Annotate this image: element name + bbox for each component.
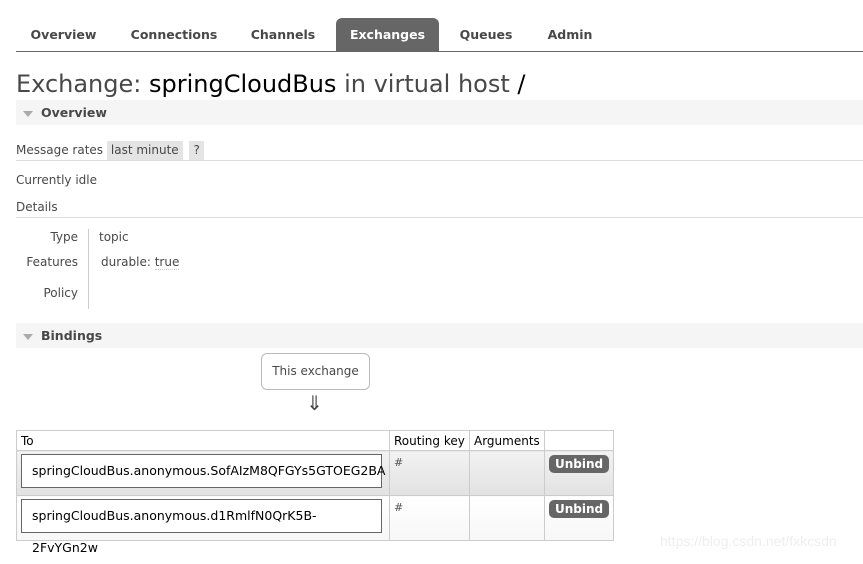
this-exchange-box: This exchange bbox=[261, 353, 370, 390]
queue-link[interactable]: springCloudBus.anonymous.d1RmlfN0QrK5B-2… bbox=[21, 499, 382, 555]
col-routing-key: Routing key bbox=[389, 430, 470, 451]
feature-durable-key: durable: bbox=[101, 255, 151, 269]
overview-section-title: Overview bbox=[41, 105, 107, 120]
message-rates-bar: Message rates last minute ? bbox=[16, 141, 863, 161]
features-label: Features bbox=[26, 255, 78, 269]
collapse-triangle-icon bbox=[23, 110, 33, 117]
routing-key: # bbox=[394, 501, 404, 514]
feature-durable-value: true bbox=[154, 255, 180, 270]
title-middle: in virtual host bbox=[336, 70, 518, 98]
exchange-name: springCloudBus bbox=[148, 70, 337, 98]
type-label: Type bbox=[50, 230, 78, 244]
page-title: Exchange: springCloudBus in virtual host… bbox=[16, 70, 525, 98]
overview-section-toggle[interactable]: Overview bbox=[16, 100, 863, 125]
tab-overview[interactable]: Overview bbox=[16, 18, 111, 51]
watermark: https://blog.csdn.net/fxkcsdn bbox=[660, 533, 837, 549]
routing-key: # bbox=[394, 456, 404, 469]
col-actions bbox=[543, 430, 615, 451]
col-to: To bbox=[16, 430, 390, 451]
features-value: durable: true bbox=[101, 255, 180, 270]
collapse-triangle-icon bbox=[23, 333, 33, 340]
policy-label: Policy bbox=[43, 286, 78, 300]
unbind-button[interactable]: Unbind bbox=[549, 500, 610, 518]
details-divider bbox=[16, 217, 863, 218]
table-row: springCloudBus.anonymous.d1RmlfN0QrK5B-2… bbox=[16, 495, 615, 555]
tab-channels[interactable]: Channels bbox=[238, 18, 328, 51]
table-row: springCloudBus.anonymous.SofAIzM8QFGYs5G… bbox=[16, 450, 615, 496]
tab-admin[interactable]: Admin bbox=[536, 18, 604, 51]
main-nav-tabs: Overview Connections Channels Exchanges … bbox=[16, 18, 863, 52]
queue-link[interactable]: springCloudBus.anonymous.SofAIzM8QFGYs5G… bbox=[21, 454, 385, 488]
unbind-button[interactable]: Unbind bbox=[549, 455, 610, 473]
message-rates-label: Message rates bbox=[16, 143, 104, 157]
table-header-row: To Routing key Arguments bbox=[16, 430, 615, 451]
bindings-table: To Routing key Arguments springCloudBus.… bbox=[16, 430, 615, 555]
tab-queues[interactable]: Queues bbox=[448, 18, 524, 51]
help-button[interactable]: ? bbox=[189, 141, 204, 160]
vhost-name: / bbox=[517, 70, 526, 98]
details-separator bbox=[88, 229, 89, 309]
idle-status: Currently idle bbox=[16, 173, 97, 187]
type-value: topic bbox=[99, 230, 129, 244]
title-prefix: Exchange: bbox=[16, 70, 149, 98]
tab-exchanges[interactable]: Exchanges bbox=[336, 18, 439, 51]
col-arguments: Arguments bbox=[469, 430, 545, 451]
down-arrow-icon: ⇓ bbox=[306, 391, 323, 415]
tab-connections[interactable]: Connections bbox=[118, 18, 230, 51]
rate-range-selector[interactable]: last minute bbox=[106, 141, 183, 160]
bindings-section-toggle[interactable]: Bindings bbox=[16, 323, 863, 348]
details-heading: Details bbox=[16, 200, 58, 214]
bindings-section-title: Bindings bbox=[41, 328, 103, 343]
